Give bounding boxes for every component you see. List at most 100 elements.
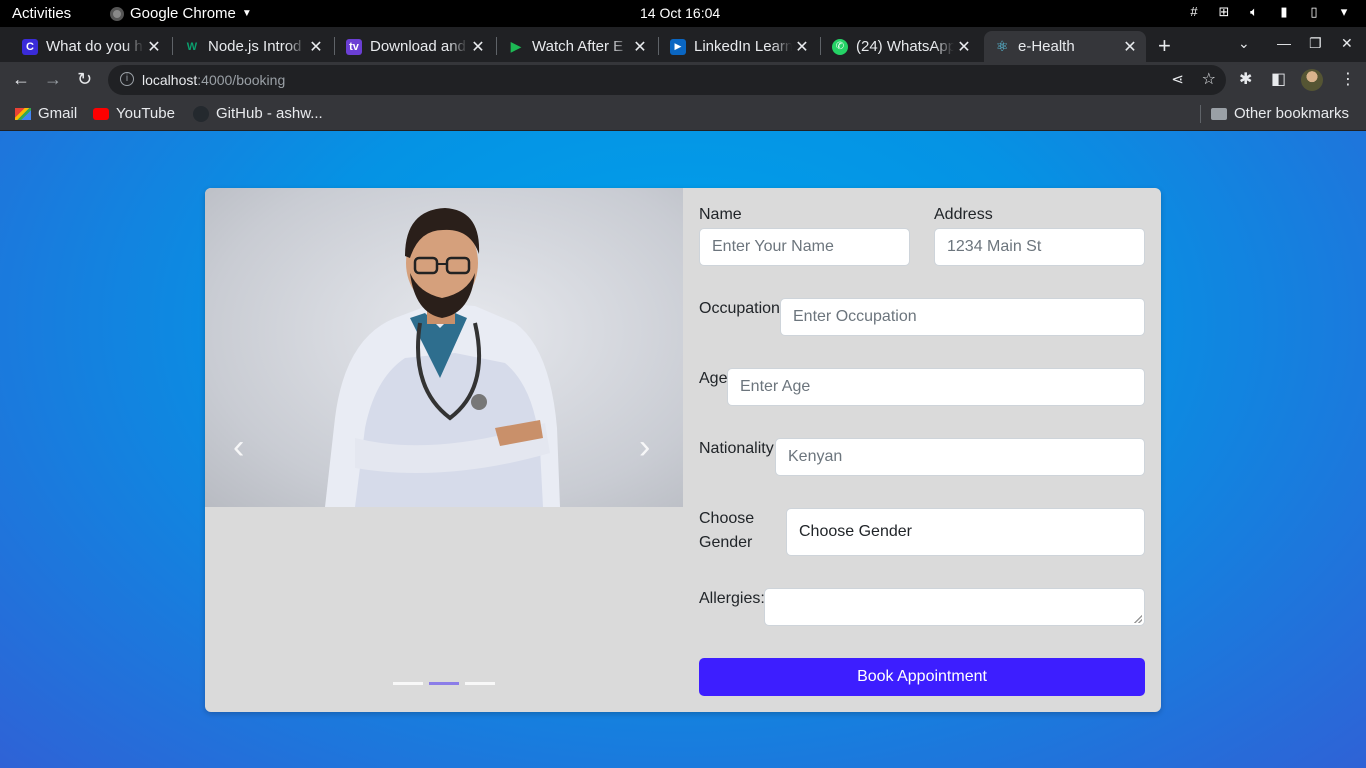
url-text[interactable]: localhost:4000/booking (142, 72, 285, 88)
bookmark-youtube[interactable]: YouTube (93, 105, 175, 122)
close-icon[interactable]: ✕ (306, 37, 326, 57)
tab-divider (172, 37, 173, 55)
tab-strip: C What do you h ✕ W Node.js Introd ✕ tv … (0, 27, 1366, 62)
nationality-label: Nationality (699, 440, 774, 457)
carousel-indicator[interactable] (465, 682, 495, 685)
github-icon (193, 105, 209, 122)
tab-linkedin-learning[interactable]: ▶ LinkedIn Learn ✕ (660, 31, 818, 62)
carousel-next-icon[interactable]: › (639, 428, 650, 467)
carousel-indicator[interactable] (393, 682, 423, 685)
site-info-icon[interactable]: i (120, 72, 134, 86)
clock[interactable]: 14 Oct 16:04 (640, 5, 720, 21)
carousel-prev-icon[interactable]: ‹ (233, 428, 244, 467)
allergies-textarea[interactable] (764, 588, 1145, 626)
tab-whatsapp[interactable]: ✆ (24) WhatsApp ✕ (822, 31, 980, 62)
tab-e-health[interactable]: ⚛ e-Health ✕ (984, 31, 1146, 62)
tab-what-do-you[interactable]: C What do you h ✕ (12, 31, 170, 62)
tab-favicon-icon: C (22, 38, 38, 55)
chrome-icon (110, 6, 124, 21)
forward-icon[interactable]: → (44, 69, 62, 90)
book-appointment-button[interactable]: Book Appointment (699, 658, 1145, 696)
profile-avatar[interactable] (1301, 69, 1323, 91)
reload-icon[interactable]: ↻ (77, 69, 92, 90)
tab-divider (496, 37, 497, 55)
linkedin-learning-icon: ▶ (670, 38, 686, 55)
whatsapp-icon: ✆ (832, 38, 848, 55)
close-icon[interactable]: ✕ (144, 37, 164, 57)
share-icon[interactable]: ⋖ (1171, 70, 1184, 88)
occupation-label: Occupation (699, 300, 780, 317)
address-input[interactable]: 1234 Main St (934, 228, 1145, 266)
close-icon[interactable]: ✕ (1120, 37, 1140, 57)
slack-icon[interactable]: # (1186, 4, 1202, 20)
side-panel-icon[interactable]: ◧ (1271, 69, 1286, 89)
back-icon[interactable]: ← (12, 69, 30, 90)
url-host: localhost (142, 72, 198, 88)
microphone-icon[interactable]: ▮ (1276, 4, 1292, 20)
bookmark-github[interactable]: GitHub - ashw... (193, 105, 323, 122)
tab-divider (820, 37, 821, 55)
network-icon[interactable]: ⊞ (1216, 4, 1232, 20)
bookmark-star-icon[interactable]: ☆ (1202, 69, 1216, 89)
close-icon[interactable]: ✕ (792, 37, 812, 57)
tab-title: Node.js Introd (208, 38, 302, 55)
nationality-input[interactable]: Kenyan (775, 438, 1145, 476)
app-menu[interactable]: Google Chrome ▼ (110, 5, 252, 22)
battery-icon[interactable]: ▯ (1306, 4, 1322, 20)
folder-icon (1211, 107, 1227, 120)
other-bookmarks-label: Other bookmarks (1234, 105, 1350, 122)
close-icon[interactable]: ✕ (954, 37, 974, 57)
tab-watch-after[interactable]: ▶ Watch After E ✕ (498, 31, 656, 62)
tab-search-icon[interactable]: ⌄ (1238, 35, 1250, 52)
activities-button[interactable]: Activities (12, 5, 71, 22)
tab-title: Download and (370, 38, 466, 55)
tab-title: (24) WhatsApp (856, 38, 954, 55)
bookmark-label: GitHub - ashw... (216, 105, 323, 122)
gmail-icon (15, 107, 31, 120)
other-bookmarks[interactable]: Other bookmarks (1211, 105, 1349, 122)
tab-divider (334, 37, 335, 55)
restore-icon[interactable]: ❐ (1309, 35, 1322, 52)
bookmark-label: YouTube (116, 105, 175, 122)
window-close-icon[interactable]: ✕ (1341, 35, 1353, 52)
tab-title: What do you h (46, 38, 143, 55)
gender-select[interactable]: Choose Gender (786, 508, 1145, 556)
bookmark-gmail[interactable]: Gmail (15, 105, 77, 122)
name-input[interactable]: Enter Your Name (699, 228, 910, 266)
bookmark-divider (1200, 105, 1201, 123)
tab-title: LinkedIn Learn (694, 38, 792, 55)
close-icon[interactable]: ✕ (468, 37, 488, 57)
browser-toolbar: ← → ↻ i localhost:4000/booking ⋖ ☆ ✱ ◧ ⋮ (0, 62, 1366, 98)
age-input[interactable]: Enter Age (727, 368, 1145, 406)
page-background: ‹ › Name Enter Your Name Address 1234 Ma… (0, 131, 1366, 768)
play-icon: ▶ (510, 38, 522, 54)
allergies-label: Allergies: (699, 590, 765, 607)
tab-favicon-icon: W (186, 40, 198, 53)
extensions-icon[interactable]: ✱ (1239, 69, 1252, 89)
tab-divider (658, 37, 659, 55)
power-menu-icon[interactable]: ▾ (1336, 4, 1352, 20)
address-bar[interactable]: i localhost:4000/booking ⋖ ☆ (108, 65, 1226, 95)
volume-icon[interactable]: 🔈︎ (1246, 4, 1262, 20)
bookmarks-bar: Gmail YouTube GitHub - ashw... Other boo… (0, 98, 1366, 131)
tab-title: Watch After E (532, 38, 624, 55)
tab-title: e-Health (1018, 38, 1075, 55)
new-tab-button[interactable]: + (1158, 33, 1171, 59)
age-label: Age (699, 370, 728, 387)
carousel-indicator-active[interactable] (429, 682, 459, 685)
menu-kebab-icon[interactable]: ⋮ (1340, 69, 1356, 89)
youtube-icon (93, 107, 109, 120)
tab-nodejs[interactable]: W Node.js Introd ✕ (174, 31, 332, 62)
booking-card: ‹ › Name Enter Your Name Address 1234 Ma… (205, 188, 1161, 712)
react-icon: ⚛ (995, 38, 1009, 54)
carousel-slide-image (205, 188, 683, 507)
resize-handle-icon[interactable] (1134, 615, 1142, 623)
carousel-indicators (393, 682, 495, 685)
tab-download[interactable]: tv Download and ✕ (336, 31, 494, 62)
gender-label-line2: Gender (699, 534, 753, 551)
occupation-input[interactable]: Enter Occupation (780, 298, 1145, 336)
system-tray[interactable]: # ⊞ 🔈︎ ▮ ▯ ▾ (1186, 4, 1352, 20)
booking-form: Name Enter Your Name Address 1234 Main S… (683, 188, 1161, 712)
close-icon[interactable]: ✕ (630, 37, 650, 57)
minimize-icon[interactable]: — (1277, 35, 1291, 51)
